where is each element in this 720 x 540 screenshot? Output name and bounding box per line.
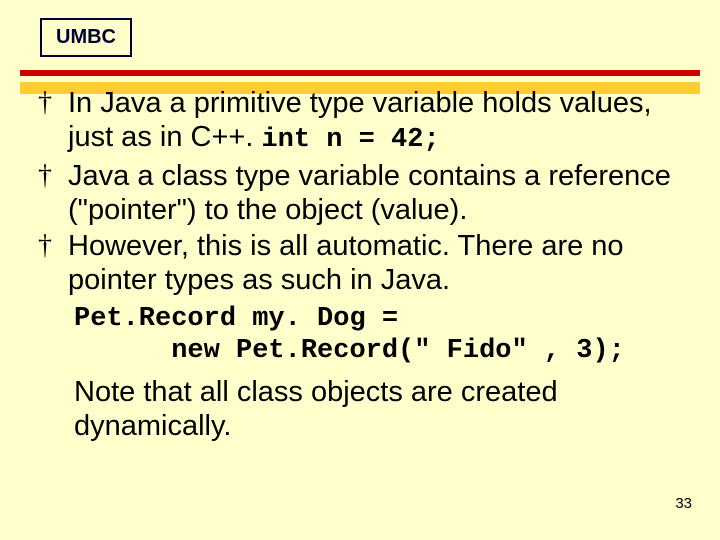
slide-content: † In Java a primitive type variable hold…: [38, 86, 700, 443]
bullet-2-body: Java a class type variable contains a re…: [68, 160, 671, 226]
bullet-1-code: int n = 42;: [261, 125, 439, 155]
code-block: Pet.Record my. Dog = new Pet.Record(" Fi…: [74, 303, 700, 367]
logo-box: UMBC: [40, 18, 132, 57]
bullet-2-text: Java a class type variable contains a re…: [68, 159, 700, 227]
bullet-2: † Java a class type variable contains a …: [38, 159, 700, 227]
divider-red: [20, 70, 700, 76]
page-number: 33: [675, 495, 692, 512]
dagger-icon: †: [38, 159, 68, 193]
bullet-3-body: However, this is all automatic. There ar…: [68, 230, 624, 296]
closing-note: Note that all class objects are created …: [74, 375, 700, 443]
logo-text: UMBC: [56, 26, 116, 48]
dagger-icon: †: [38, 86, 68, 120]
bullet-1-text: In Java a primitive type variable holds …: [68, 86, 700, 157]
bullet-1: † In Java a primitive type variable hold…: [38, 86, 700, 157]
bullet-3-text: However, this is all automatic. There ar…: [68, 229, 700, 297]
dagger-icon: †: [38, 229, 68, 263]
bullet-3: † However, this is all automatic. There …: [38, 229, 700, 297]
